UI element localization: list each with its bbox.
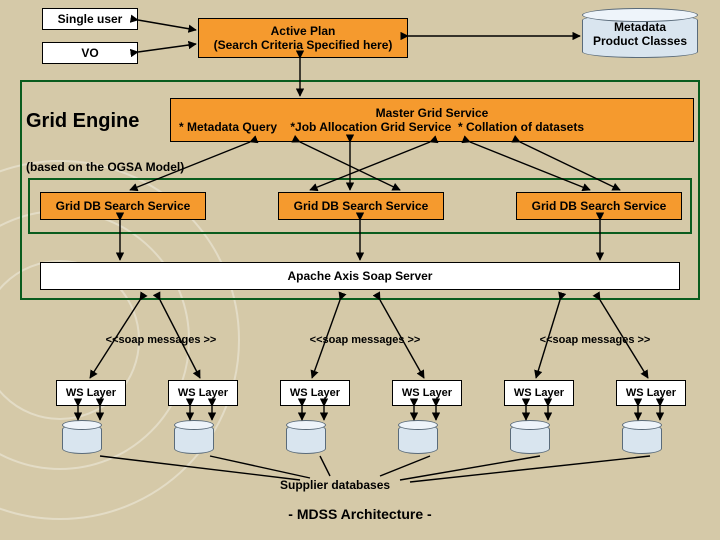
- metadata-cylinder: Metadata Product Classes: [582, 14, 698, 58]
- ws-layer-1: WS Layer: [56, 380, 126, 406]
- single-user-box: Single user: [42, 8, 138, 30]
- db-cylinder-3: [286, 424, 326, 454]
- grid-db-search-3: Grid DB Search Service: [516, 192, 682, 220]
- active-plan-l1: Active Plan: [271, 24, 336, 38]
- soap-msg-2: <<soap messages >>: [290, 334, 440, 346]
- apache-axis-box: Apache Axis Soap Server: [40, 262, 680, 290]
- grid-engine-label: Grid Engine: [26, 110, 139, 133]
- active-plan-l2: (Search Criteria Specified here): [214, 38, 393, 52]
- metadata-l2: Product Classes: [582, 34, 698, 48]
- master-grid-service-box: Master Grid Service * Metadata Query *Jo…: [170, 98, 694, 142]
- footer-title: - MDSS Architecture -: [0, 506, 720, 522]
- active-plan-box: Active Plan (Search Criteria Specified h…: [198, 18, 408, 58]
- ws-layer-5: WS Layer: [504, 380, 574, 406]
- db-cylinder-4: [398, 424, 438, 454]
- master-items: * Metadata Query *Job Allocation Grid Se…: [179, 120, 584, 134]
- vo-box: VO: [42, 42, 138, 64]
- grid-db-search-1: Grid DB Search Service: [40, 192, 206, 220]
- grid-db-search-2: Grid DB Search Service: [278, 192, 444, 220]
- metadata-l1: Metadata: [582, 20, 698, 34]
- ws-layer-2: WS Layer: [168, 380, 238, 406]
- soap-msg-3: <<soap messages >>: [520, 334, 670, 346]
- supplier-db-label: Supplier databases: [280, 478, 390, 492]
- db-cylinder-6: [622, 424, 662, 454]
- db-cylinder-1: [62, 424, 102, 454]
- db-cylinder-5: [510, 424, 550, 454]
- ogsa-note: (based on the OGSA Model): [26, 160, 184, 174]
- ws-layer-3: WS Layer: [280, 380, 350, 406]
- master-title: Master Grid Service: [376, 106, 489, 120]
- ws-layer-4: WS Layer: [392, 380, 462, 406]
- ws-layer-6: WS Layer: [616, 380, 686, 406]
- db-cylinder-2: [174, 424, 214, 454]
- soap-msg-1: <<soap messages >>: [86, 334, 236, 346]
